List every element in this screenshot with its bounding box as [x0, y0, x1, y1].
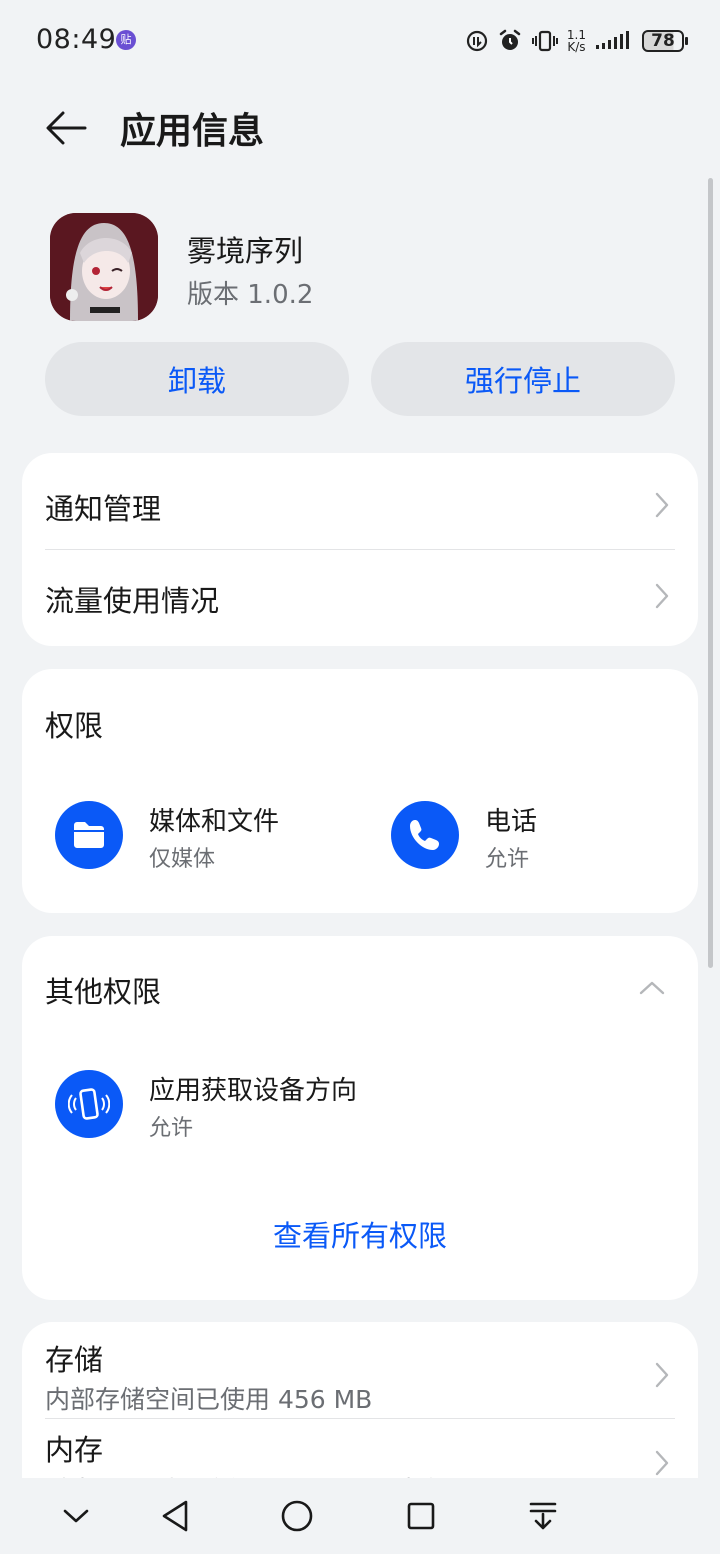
- settings-card: 通知管理 流量使用情况: [22, 453, 698, 646]
- permission-name: 应用获取设备方向: [149, 1076, 358, 1106]
- net-speed: 1.1 K/s: [567, 29, 586, 53]
- data-usage-row[interactable]: 流量使用情况: [22, 550, 698, 646]
- device-orientation-icon: [55, 1070, 123, 1138]
- notification-badge-icon: 贴: [116, 30, 136, 50]
- nav-home-button[interactable]: [273, 1492, 321, 1540]
- other-permissions-card: 其他权限 应用获取设备方向 允许 查看所有权限: [22, 936, 698, 1300]
- data-saver-icon: [466, 30, 488, 52]
- page-title: 应用信息: [120, 111, 265, 152]
- chevron-right-icon: [655, 583, 669, 609]
- permissions-title: 权限: [45, 709, 104, 743]
- app-version: 版本 1.0.2: [187, 280, 314, 310]
- scrollbar[interactable]: [708, 178, 713, 968]
- nav-notification-pull-button[interactable]: [519, 1492, 567, 1540]
- chevron-up-icon: [639, 981, 665, 995]
- arrow-left-icon: [46, 111, 87, 145]
- other-permissions-title: 其他权限: [45, 975, 162, 1009]
- back-button[interactable]: [40, 102, 92, 154]
- chevron-right-icon: [655, 1362, 669, 1388]
- battery-icon: 78: [642, 30, 688, 52]
- view-all-permissions-link[interactable]: 查看所有权限: [22, 1213, 698, 1255]
- nav-recents-button[interactable]: [397, 1492, 445, 1540]
- storage-subtitle: 内部存储空间已使用 456 MB: [45, 1385, 373, 1414]
- permission-phone[interactable]: 电话 允许: [386, 797, 686, 877]
- status-icons: 1.1 K/s 78: [465, 26, 688, 56]
- app-name: 雾境序列: [187, 234, 304, 268]
- permission-media-files[interactable]: 媒体和文件 仅媒体: [50, 797, 360, 877]
- force-stop-button[interactable]: 强行停止: [371, 342, 675, 416]
- triangle-back-icon: [162, 1500, 188, 1532]
- permission-status: 允许: [149, 1116, 194, 1141]
- status-time: 08:49: [36, 24, 117, 55]
- permission-name: 媒体和文件: [149, 807, 280, 837]
- chevron-right-icon: [655, 1450, 669, 1476]
- folder-icon: [55, 801, 123, 869]
- storage-row[interactable]: 存储 内部存储空间已使用 456 MB: [22, 1322, 698, 1418]
- chevron-right-icon: [655, 492, 669, 518]
- pull-down-icon: [529, 1502, 557, 1530]
- nav-back-button[interactable]: [151, 1492, 199, 1540]
- net-speed-unit: K/s: [567, 40, 586, 54]
- storage-title: 存储: [45, 1343, 104, 1377]
- memory-title: 内存: [45, 1433, 104, 1467]
- other-permissions-header[interactable]: 其他权限: [22, 936, 698, 1040]
- permission-status: 仅媒体: [149, 847, 216, 872]
- navigation-bar: [0, 1478, 720, 1554]
- permission-status: 允许: [485, 847, 530, 872]
- square-recents-icon: [407, 1502, 435, 1530]
- data-usage-label: 流量使用情况: [45, 584, 220, 618]
- signal-icon: [596, 31, 629, 49]
- permission-device-orientation[interactable]: 应用获取设备方向 允许: [50, 1066, 670, 1146]
- notification-management-label: 通知管理: [45, 492, 162, 526]
- app-icon: [50, 213, 158, 321]
- vibrate-icon: [531, 30, 558, 52]
- phone-icon: [391, 801, 459, 869]
- notification-management-row[interactable]: 通知管理: [22, 453, 698, 549]
- uninstall-button[interactable]: 卸载: [45, 342, 349, 416]
- permission-name: 电话: [485, 807, 538, 837]
- chevron-down-icon: [63, 1509, 89, 1523]
- permissions-card: 权限 媒体和文件 仅媒体 电话 允许: [22, 669, 698, 913]
- circle-home-icon: [281, 1500, 313, 1532]
- hide-nav-button[interactable]: [52, 1492, 100, 1540]
- alarm-icon: [499, 29, 521, 50]
